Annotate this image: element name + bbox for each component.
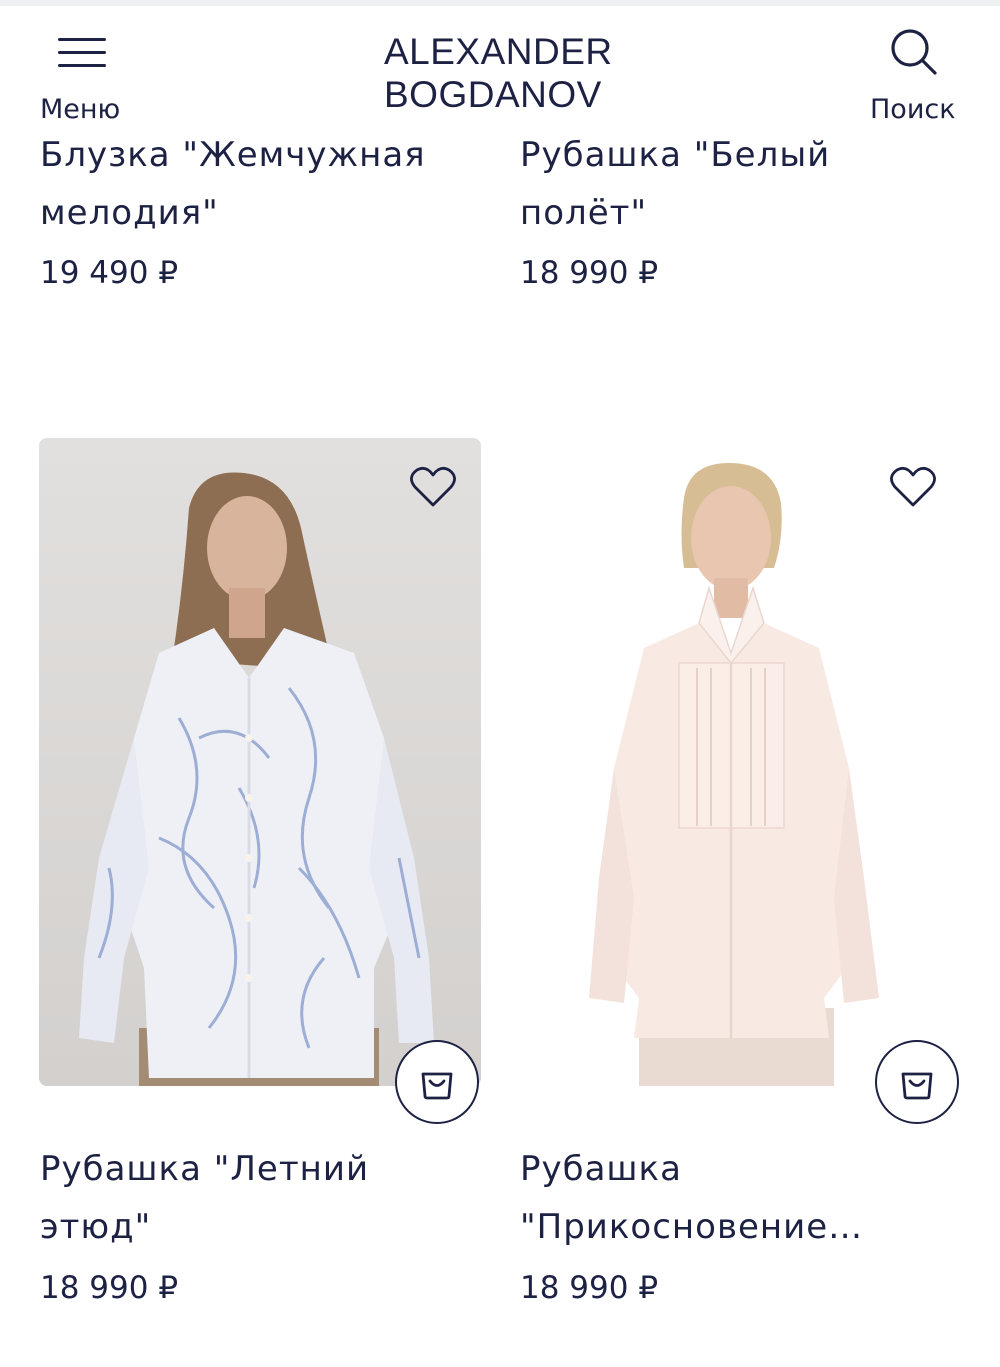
heart-icon[interactable] <box>889 465 937 509</box>
search-icon <box>891 29 937 75</box>
logo-line-2: BOGDANOV <box>384 74 602 115</box>
brand-logo[interactable]: ALEXANDER BOGDANOV <box>384 30 624 116</box>
model-photo <box>39 438 481 1086</box>
menu-button[interactable]: Меню <box>38 26 130 126</box>
heart-icon[interactable] <box>409 465 457 509</box>
add-to-cart-button[interactable] <box>395 1040 479 1124</box>
shopping-bag-icon <box>421 1072 453 1100</box>
shopping-bag-icon <box>901 1072 933 1100</box>
product-title[interactable]: Рубашка "Летний этюд" <box>40 1140 480 1256</box>
site-header: Меню ALEXANDER BOGDANOV Поиск <box>0 6 1000 130</box>
add-to-cart-button[interactable] <box>875 1040 959 1124</box>
product-image[interactable] <box>39 438 481 1086</box>
search-label: Поиск <box>870 94 956 125</box>
search-button[interactable]: Поиск <box>862 24 972 128</box>
product-title[interactable]: Рубашка "Белый полёт" <box>520 126 960 242</box>
product-title[interactable]: Рубашка "Прикосновение… <box>520 1140 960 1256</box>
product-price: 19 490 ₽ <box>40 255 179 291</box>
menu-label: Меню <box>40 94 121 125</box>
product-price: 18 990 ₽ <box>520 1270 659 1306</box>
menu-icon <box>58 34 108 70</box>
logo-line-1: ALEXANDER <box>384 31 613 72</box>
model-photo <box>519 438 961 1086</box>
product-price: 18 990 ₽ <box>520 255 659 291</box>
product-title[interactable]: Блузка "Жемчужная мелодия" <box>40 126 480 242</box>
product-price: 18 990 ₽ <box>40 1270 179 1306</box>
product-image[interactable] <box>519 438 961 1086</box>
